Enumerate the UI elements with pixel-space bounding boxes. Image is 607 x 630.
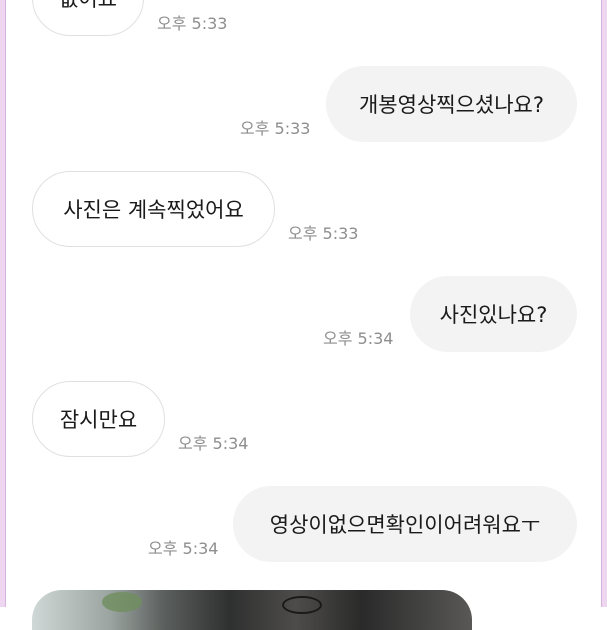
message-text: 잠시만요 bbox=[59, 408, 138, 432]
message-bubble-incoming[interactable]: 잠시만요 bbox=[32, 381, 165, 457]
message-text: 사진있나요? bbox=[439, 303, 548, 327]
window-frame-left bbox=[0, 0, 6, 607]
message-timestamp: 오후 5:33 bbox=[240, 119, 311, 138]
message-timestamp: 오후 5:33 bbox=[157, 14, 228, 33]
window-frame-right bbox=[601, 0, 607, 607]
message-text: 개봉영상찍으셨나요? bbox=[358, 93, 545, 117]
message-timestamp: 오후 5:34 bbox=[323, 329, 394, 348]
message-bubble-outgoing[interactable]: 사진있나요? bbox=[410, 276, 577, 352]
message-text: 영상이없으면확인이어려워요ㅜ bbox=[269, 513, 541, 537]
message-bubble-outgoing[interactable]: 개봉영상찍으셨나요? bbox=[326, 66, 577, 142]
message-timestamp: 오후 5:34 bbox=[148, 539, 219, 558]
photo-message-thumbnail[interactable] bbox=[32, 590, 472, 630]
message-bubble-outgoing[interactable]: 영상이없으면확인이어려워요ㅜ bbox=[233, 486, 577, 562]
message-bubble-incoming[interactable]: 사진은 계속찍었어요 bbox=[32, 171, 275, 247]
message-bubble-incoming[interactable]: 없어요 bbox=[32, 0, 144, 36]
plant-detail bbox=[102, 592, 142, 612]
message-timestamp: 오후 5:33 bbox=[288, 224, 359, 243]
message-text: 없어요 bbox=[59, 0, 117, 13]
lamp-detail bbox=[282, 596, 322, 614]
message-text: 사진은 계속찍었어요 bbox=[63, 198, 244, 222]
message-timestamp: 오후 5:34 bbox=[178, 434, 249, 453]
